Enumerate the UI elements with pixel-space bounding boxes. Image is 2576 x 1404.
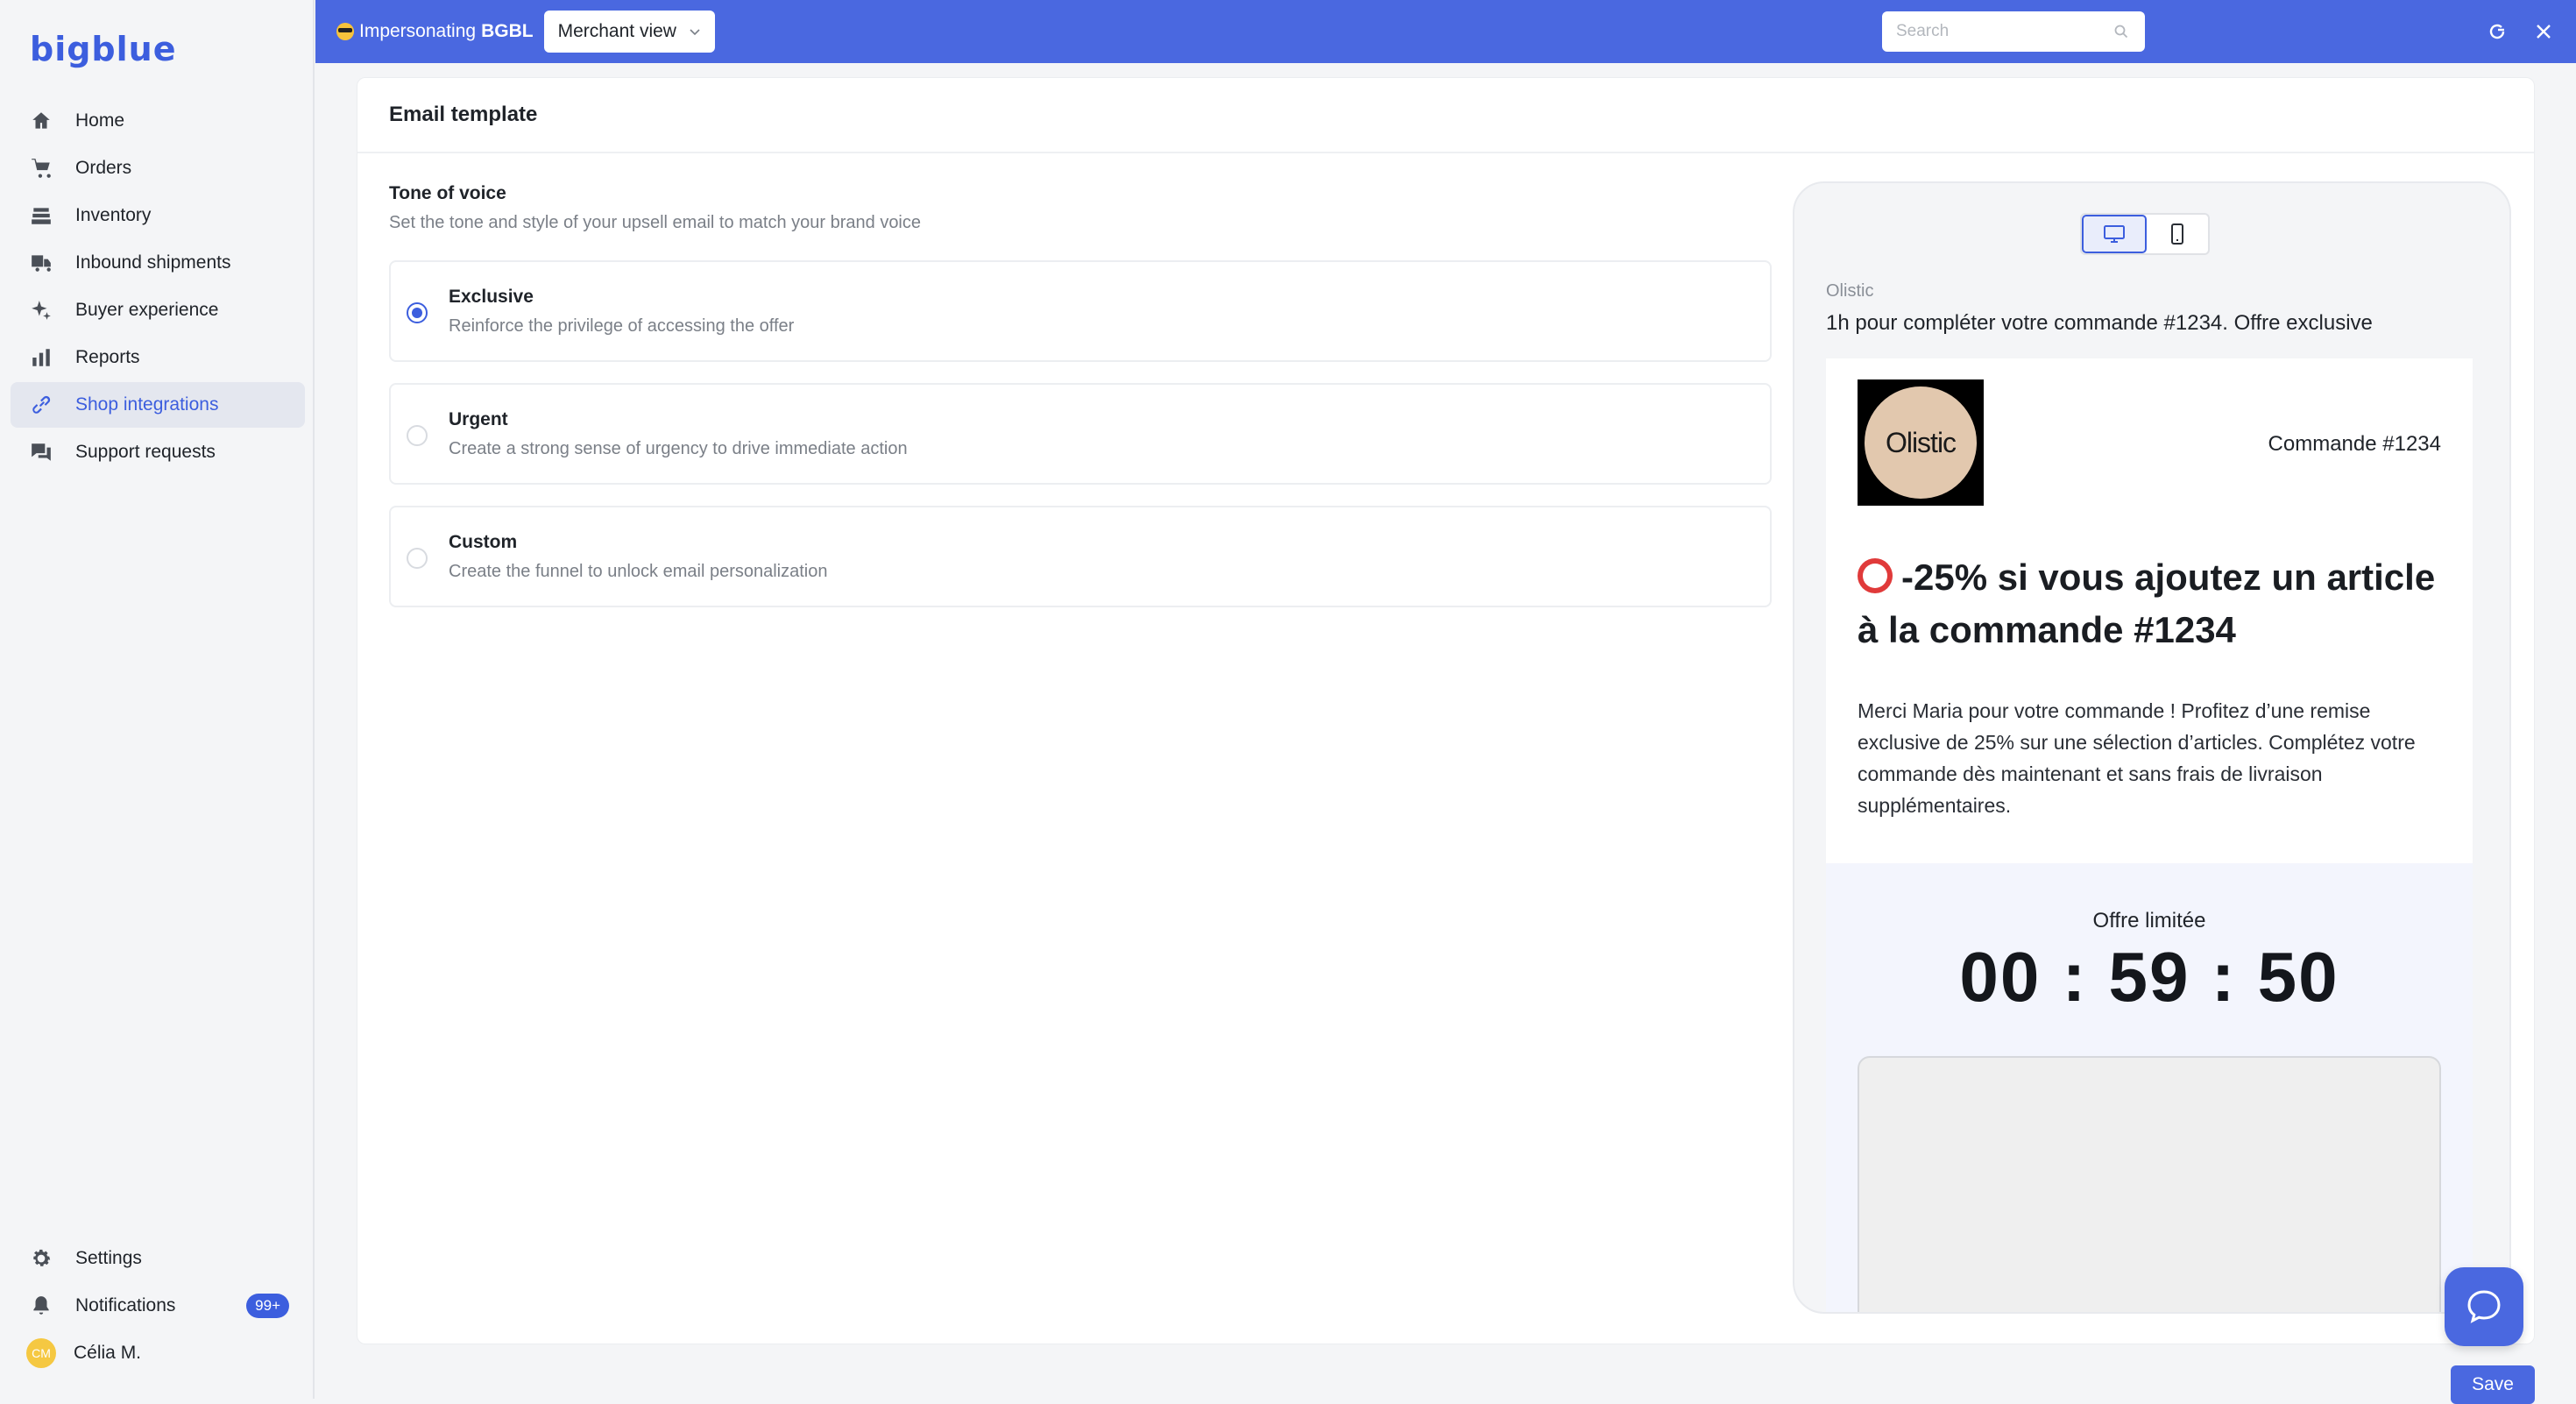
avatar: CM (26, 1338, 56, 1368)
impersonating-label: Impersonating (359, 21, 477, 41)
radio-unselected[interactable] (407, 425, 428, 446)
radio-selected[interactable] (407, 302, 428, 323)
order-number: Commande #1234 (2268, 432, 2441, 456)
chat-bubble-icon (2467, 1290, 2501, 1323)
email-template-card: Email template Tone of voice Set the ton… (357, 77, 2535, 1344)
mobile-icon (2171, 223, 2183, 245)
bell-icon (30, 1294, 53, 1317)
option-title: Custom (449, 532, 518, 552)
email-headline: -25% si vous ajoutez un article à la com… (1858, 551, 2453, 656)
sidebar-item-settings[interactable]: Settings (11, 1236, 305, 1281)
option-title: Urgent (449, 409, 508, 429)
option-description: Reinforce the privilege of accessing the… (449, 316, 795, 336)
option-title: Exclusive (449, 287, 534, 307)
sidebar-item-label: Support requests (75, 442, 216, 462)
sidebar-item-label: Home (75, 110, 125, 131)
email-subject: 1h pour compléter votre commande #1234. … (1826, 311, 2373, 335)
product-card-placeholder (1858, 1056, 2441, 1312)
gear-icon (30, 1247, 53, 1270)
support-chat-button[interactable] (2445, 1267, 2523, 1346)
cart-icon (30, 157, 53, 180)
sidebar-item-label: Shop integrations (75, 394, 219, 415)
close-icon[interactable] (2531, 19, 2556, 44)
view-select[interactable]: Merchant view (543, 11, 715, 53)
truck-icon (30, 252, 53, 274)
view-select-value: Merchant view (557, 21, 676, 41)
option-description: Create the funnel to unlock email person… (449, 562, 828, 581)
sidebar-item-label: Notifications (75, 1295, 176, 1315)
search-input[interactable] (1882, 11, 2145, 52)
link-icon (30, 394, 53, 416)
tone-option-exclusive[interactable]: Exclusive Reinforce the privilege of acc… (389, 260, 1772, 362)
sidebar-item-label: Settings (75, 1248, 142, 1268)
email-body: Olistic Commande #1234 -25% si vous ajou… (1826, 358, 2473, 1312)
mobile-view-button[interactable] (2147, 215, 2208, 253)
sidebar-item-user[interactable]: CM Célia M. (11, 1330, 305, 1376)
impersonating-indicator: Impersonating BGBL (336, 21, 534, 42)
countdown-timer: 00 : 59 : 50 (1959, 938, 2339, 1016)
sidebar-item-buyer-experience[interactable]: Buyer experience (11, 287, 305, 333)
bigblue-logo[interactable]: bigblue (30, 30, 177, 68)
tone-option-custom[interactable]: Custom Create the funnel to unlock email… (389, 506, 1772, 607)
sidebar-item-orders[interactable]: Orders (11, 145, 305, 191)
topbar: Impersonating BGBL Merchant view (315, 0, 2576, 63)
headline-text: -25% si vous ajoutez un article à la com… (1858, 557, 2436, 650)
tone-subtitle: Set the tone and style of your upsell em… (389, 213, 922, 232)
bar-chart-icon (30, 346, 53, 369)
offer-section: Offre limitée 00 : 59 : 50 (1826, 863, 2473, 1312)
option-description: Create a strong sense of urgency to driv… (449, 439, 908, 458)
search-icon (2114, 25, 2128, 39)
sidebar-item-home[interactable]: Home (11, 98, 305, 144)
alarm-clock-icon (1858, 558, 1893, 593)
chevron-down-icon (690, 29, 700, 36)
logo-text: bigblue (30, 30, 177, 68)
radio-unselected[interactable] (407, 548, 428, 569)
sidebar: bigblue Home Orders Inventory Inbound sh… (0, 0, 315, 1399)
page-title: Email template (357, 78, 2534, 153)
email-sender: Olistic (1826, 281, 1874, 301)
sidebar-item-label: Buyer experience (75, 300, 219, 320)
sidebar-item-support-requests[interactable]: Support requests (11, 429, 305, 475)
sidebar-item-label: Inbound shipments (75, 252, 231, 273)
save-button[interactable]: Save (2451, 1365, 2535, 1404)
brand-logo-circle: Olistic (1865, 386, 1977, 499)
refresh-icon[interactable] (2485, 19, 2509, 44)
home-icon (30, 110, 53, 132)
sidebar-item-label: Reports (75, 347, 140, 367)
tone-option-urgent[interactable]: Urgent Create a strong sense of urgency … (389, 383, 1772, 485)
email-body-text: Merci Maria pour votre commande ! Profit… (1858, 699, 2416, 817)
tone-title: Tone of voice (389, 183, 506, 203)
desktop-icon (2104, 225, 2125, 243)
brand-logo-text: Olistic (1885, 426, 1957, 458)
sidebar-item-reports[interactable]: Reports (11, 335, 305, 380)
device-toggle (2080, 213, 2210, 255)
sidebar-item-notifications[interactable]: Notifications 99+ (11, 1283, 305, 1329)
inventory-icon (30, 204, 53, 227)
desktop-view-button[interactable] (2082, 215, 2147, 253)
sidebar-bottom: Settings Notifications 99+ CM Célia M. (11, 1236, 305, 1378)
email-preview-panel: Olistic 1h pour compléter votre commande… (1793, 181, 2511, 1314)
sidebar-item-shop-integrations[interactable]: Shop integrations (11, 382, 305, 428)
impersonating-target: BGBL (481, 21, 534, 41)
sidebar-nav: Home Orders Inventory Inbound shipments … (11, 98, 305, 477)
brand-logo: Olistic (1858, 379, 1984, 506)
sparkle-icon (30, 299, 53, 322)
sidebar-item-inventory[interactable]: Inventory (11, 193, 305, 238)
sidebar-item-label: Inventory (75, 205, 152, 225)
offer-title: Offre limitée (2092, 909, 2206, 932)
user-name: Célia M. (74, 1343, 142, 1363)
sunglasses-emoji-icon (336, 23, 354, 40)
notifications-badge: 99+ (246, 1294, 289, 1318)
chat-icon (30, 441, 53, 464)
sidebar-item-inbound-shipments[interactable]: Inbound shipments (11, 240, 305, 286)
sidebar-item-label: Orders (75, 158, 132, 178)
